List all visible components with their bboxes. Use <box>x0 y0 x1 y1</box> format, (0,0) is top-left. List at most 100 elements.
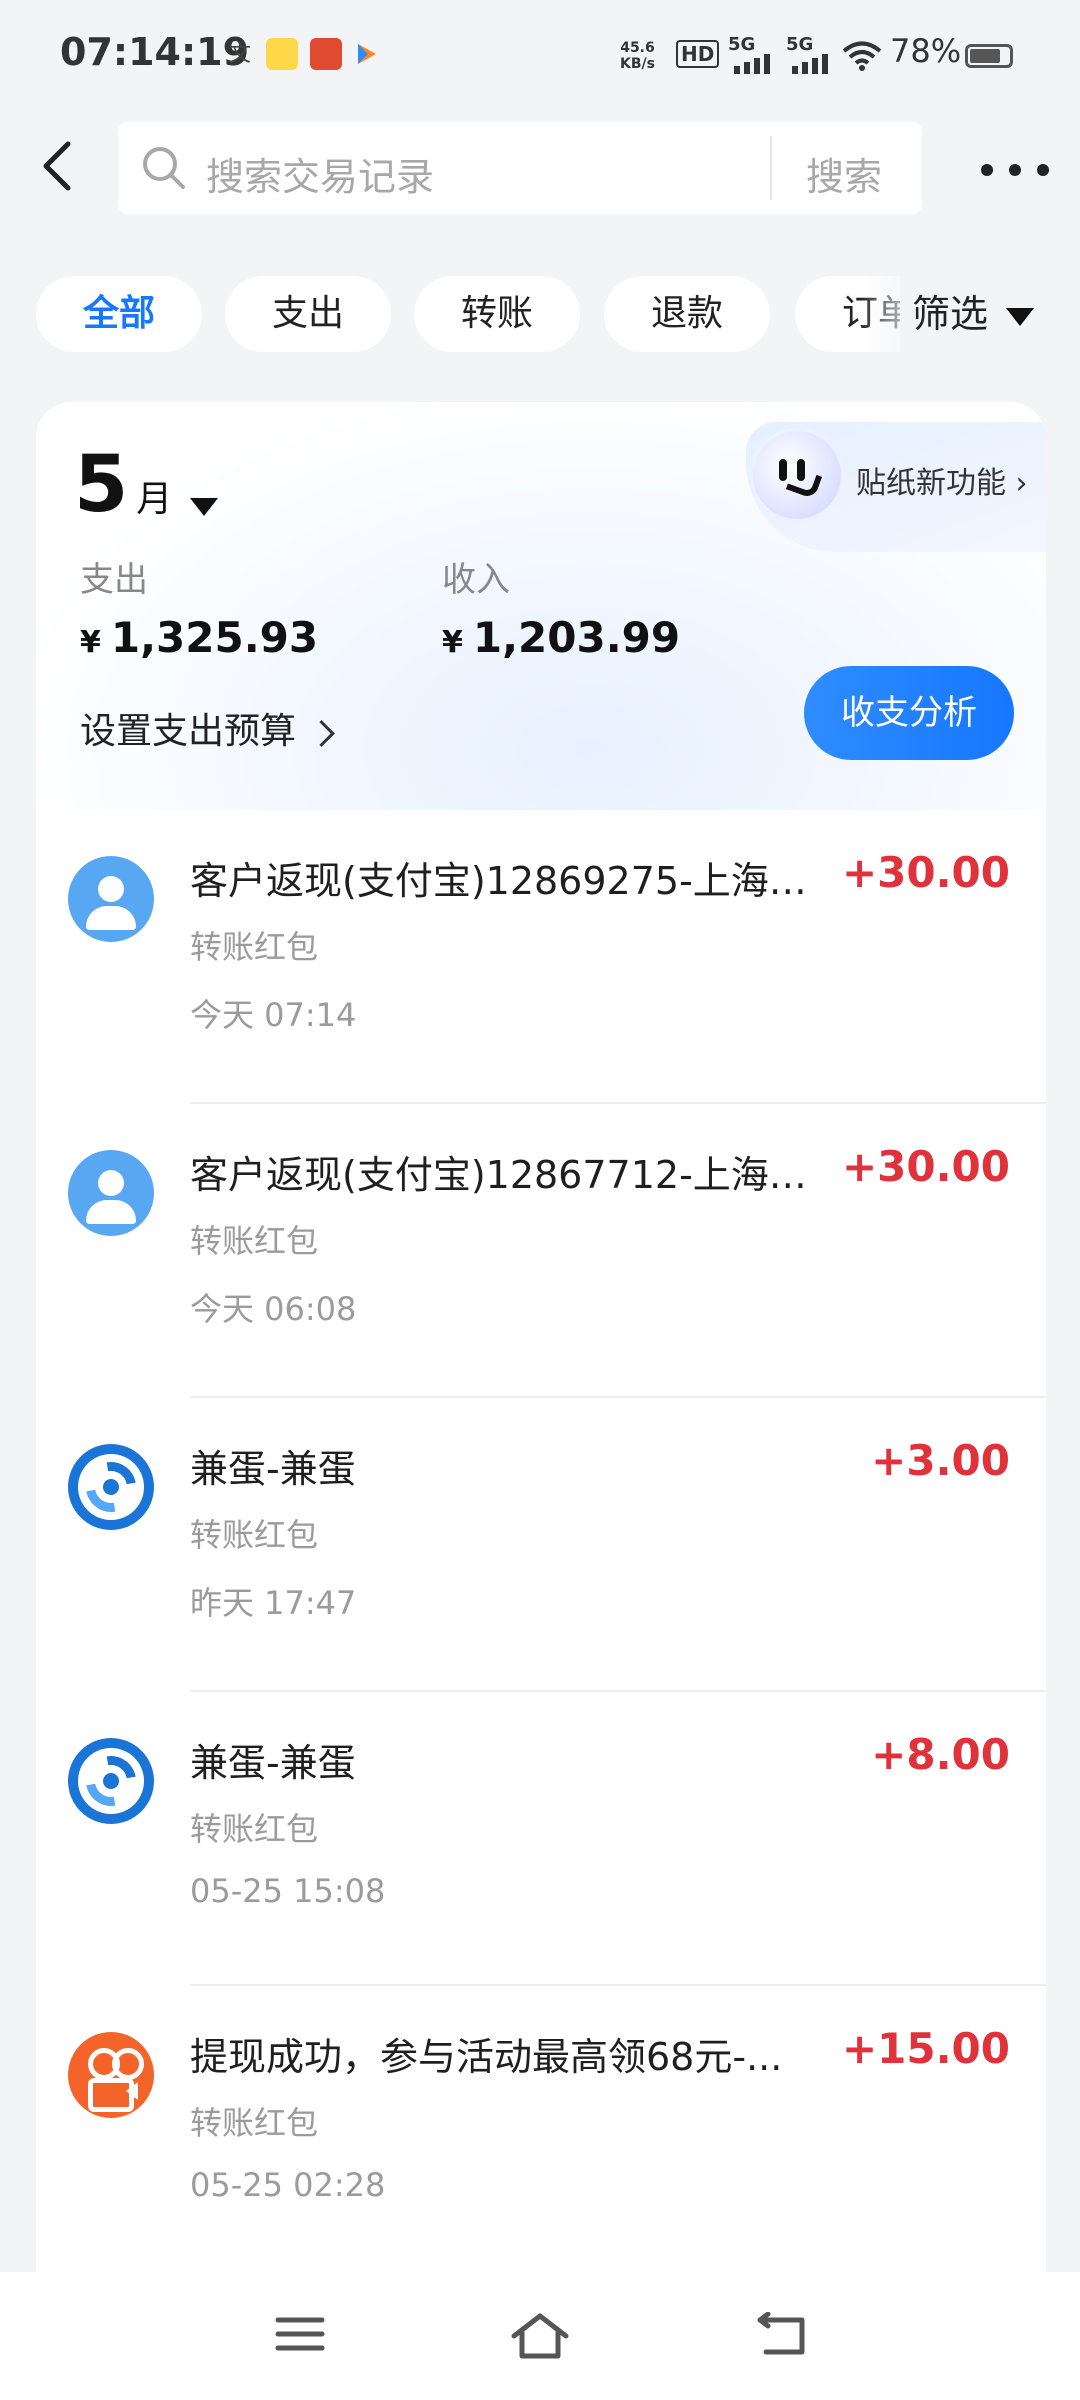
transaction-row[interactable]: 兼蛋-兼蛋 转账红包 昨天 17:47 +3.00 <box>36 1398 1046 1692</box>
chevron-right-icon: › <box>1015 466 1028 501</box>
transactions-card: 贴纸新功能 › 5月 支出 ¥1,325.93 收入 ¥1,203.99 设置支… <box>36 402 1046 2400</box>
transaction-row[interactable]: 客户返现(支付宝)12869275-上海智... 转账红包 今天 07:14 +… <box>36 810 1046 1104</box>
transaction-date: 05-25 15:08 <box>190 1872 386 1910</box>
expense-label: 支出 <box>80 560 148 600</box>
month-number: 5 <box>74 440 129 530</box>
transaction-row[interactable]: 提现成功，参与活动最高领68元-... 转账红包 05-25 02:28 +15… <box>36 1986 1046 2280</box>
status-time: 07:14:19 <box>60 30 250 74</box>
month-caret-icon <box>190 497 219 516</box>
sticker-label-text: 贴纸新功能 <box>856 466 1006 501</box>
avatar-head <box>98 876 124 902</box>
transaction-row[interactable]: 兼蛋-兼蛋 转账红包 05-25 15:08 +8.00 <box>36 1692 1046 1986</box>
net-speed-value: 45.6 <box>620 40 655 56</box>
logo-center <box>103 1773 119 1789</box>
net-speed: 45.6 KB/s <box>620 40 655 72</box>
month-summary: 贴纸新功能 › 5月 支出 ¥1,325.93 收入 ¥1,203.99 设置支… <box>36 402 1046 810</box>
search-button[interactable]: 搜索 <box>806 146 882 201</box>
set-budget-link[interactable]: 设置支出预算 <box>80 702 335 754</box>
transaction-title: 客户返现(支付宝)12869275-上海智... <box>190 859 830 903</box>
filter-button[interactable]: 筛选 <box>900 272 1080 362</box>
analysis-button[interactable]: 收支分析 <box>804 666 1014 760</box>
search-divider <box>770 136 772 200</box>
income-amount: ¥1,203.99 <box>442 613 680 662</box>
month-selector[interactable]: 5月 <box>74 440 219 530</box>
transaction-title: 提现成功，参与活动最高领68元-... <box>190 2035 783 2079</box>
logo-camera-lens <box>126 2082 138 2100</box>
battery-percent: 78% <box>890 32 962 70</box>
sticker-label: 贴纸新功能 › <box>856 458 1028 502</box>
search-icon <box>143 147 185 189</box>
filter-chip-expense[interactable]: 支出 <box>225 276 391 352</box>
income-label: 收入 <box>442 560 510 600</box>
transaction-type: 转账红包 <box>190 1222 319 1260</box>
transaction-title: 兼蛋-兼蛋 <box>190 1741 356 1785</box>
expense-amount: ¥1,325.93 <box>80 613 318 662</box>
search-box[interactable]: 搜索交易记录 搜索 <box>118 122 922 214</box>
avatar-head <box>98 1170 124 1196</box>
filter-chip-all[interactable]: 全部 <box>36 276 202 352</box>
chevron-right-icon <box>308 719 335 747</box>
home-icon[interactable] <box>510 2312 570 2360</box>
signal-1-icon <box>734 54 770 74</box>
transaction-type: 转账红包 <box>190 1516 319 1554</box>
avatar-body <box>86 906 136 930</box>
filter-bar: 全部 支出 转账 退款 订单 筛选 <box>0 272 1080 362</box>
notification-text-icon: 文 <box>228 40 254 67</box>
more-dots-icon[interactable] <box>975 150 1055 190</box>
logo-center <box>103 1479 119 1495</box>
system-nav-bar <box>0 2272 1080 2400</box>
swirl-logo-icon <box>68 1444 154 1530</box>
transaction-amount: +30.00 <box>841 1142 1010 1191</box>
battery-icon <box>965 44 1013 68</box>
sticker-promo[interactable]: 贴纸新功能 › <box>716 422 1046 552</box>
sticker-left-eye <box>779 459 787 481</box>
menu-icon[interactable] <box>274 2312 326 2356</box>
sticker-mouth <box>785 466 823 500</box>
user-avatar-icon <box>68 1150 154 1236</box>
svg-text:文: 文 <box>229 42 251 66</box>
filter-chip-refund[interactable]: 退款 <box>604 276 770 352</box>
filter-chip-transfer[interactable]: 转账 <box>414 276 580 352</box>
kuaishou-logo-icon <box>68 2032 154 2118</box>
month-unit: 月 <box>136 479 173 520</box>
back-nav-icon[interactable] <box>756 2312 808 2360</box>
net-speed-unit: KB/s <box>620 56 655 72</box>
wifi-icon <box>842 41 882 71</box>
transaction-title: 兼蛋-兼蛋 <box>190 1447 356 1491</box>
income-stat: 收入 ¥1,203.99 <box>442 552 680 662</box>
top-bar: 搜索交易记录 搜索 <box>0 110 1080 230</box>
swirl-logo-icon <box>68 1738 154 1824</box>
battery-fill <box>970 49 1000 63</box>
transaction-type: 转账红包 <box>190 928 319 966</box>
expense-value: 1,325.93 <box>110 613 319 662</box>
transaction-title: 客户返现(支付宝)12867712-上海智... <box>190 1153 830 1197</box>
set-budget-label: 设置支出预算 <box>80 711 297 752</box>
signal-2-icon <box>792 54 828 74</box>
expense-stat: 支出 ¥1,325.93 <box>80 552 318 662</box>
chevron-left-icon[interactable] <box>30 136 90 196</box>
transaction-amount: +8.00 <box>871 1730 1010 1779</box>
transaction-date: 今天 06:08 <box>190 1290 357 1328</box>
hd-badge: HD <box>676 40 720 68</box>
transaction-row[interactable]: 客户返现(支付宝)12867712-上海智... 转账红包 今天 06:08 +… <box>36 1104 1046 1398</box>
notification-play-icon <box>354 38 380 70</box>
avatar-body <box>86 1200 136 1224</box>
filter-caret-icon <box>1006 307 1035 326</box>
expense-currency: ¥ <box>80 625 101 660</box>
transaction-date: 昨天 17:47 <box>190 1584 357 1622</box>
logo-circle-right <box>112 2048 144 2080</box>
status-bar: 07:14:19 文 45.6 KB/s HD 5G 5G 78% <box>0 0 1080 110</box>
transaction-amount: +15.00 <box>841 2024 1010 2073</box>
filter-button-label: 筛选 <box>912 292 989 336</box>
transaction-amount: +3.00 <box>871 1436 1010 1485</box>
user-avatar-icon <box>68 856 154 942</box>
income-value: 1,203.99 <box>472 613 681 662</box>
income-currency: ¥ <box>442 625 463 660</box>
transaction-type: 转账红包 <box>190 2104 319 2142</box>
search-input[interactable]: 搜索交易记录 <box>206 146 434 201</box>
transaction-amount: +30.00 <box>841 848 1010 897</box>
notification-app1-icon <box>266 38 298 70</box>
transaction-type: 转账红包 <box>190 1810 319 1848</box>
notification-app2-icon <box>310 38 342 70</box>
transaction-date: 今天 07:14 <box>190 996 357 1034</box>
